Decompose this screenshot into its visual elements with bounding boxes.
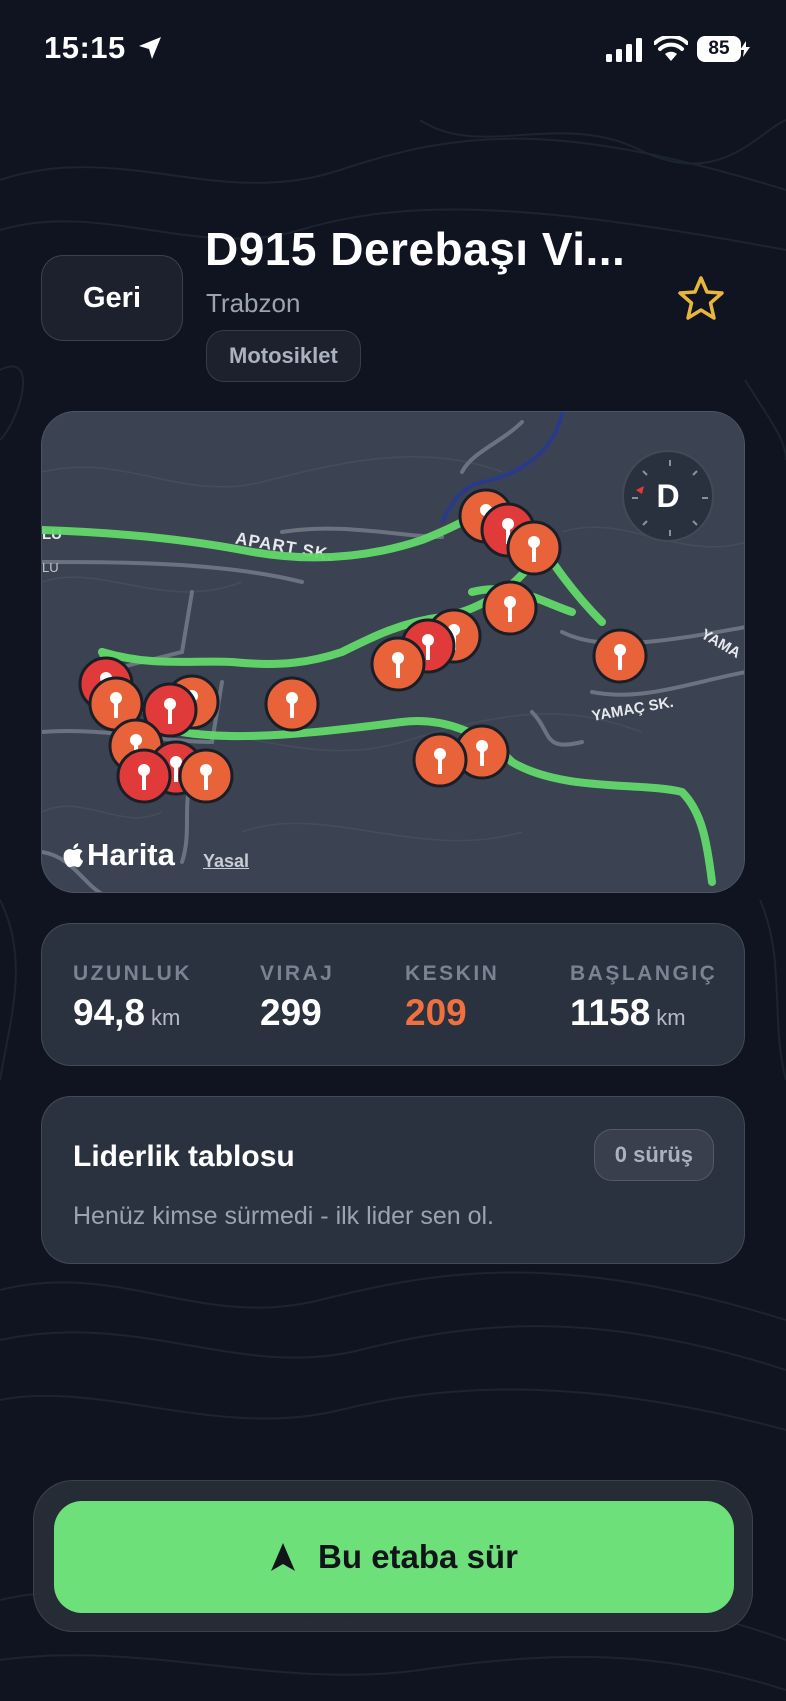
stat-label: VIRAJ [260, 962, 335, 985]
stat-unit: km [151, 1005, 181, 1030]
route-location: Trabzon [206, 288, 301, 318]
stat-label: BAŞLANGIÇ [570, 962, 718, 985]
stat-value: 299 [260, 992, 322, 1033]
star-icon[interactable] [676, 274, 726, 324]
leaderboard-title: Liderlik tablosu [73, 1140, 295, 1173]
route-map[interactable]: APART SK. YAMAÇ SK. YAMA LU LU D Harita … [41, 411, 745, 893]
status-time: 15:15 [44, 30, 126, 65]
navigation-arrow-icon [271, 1543, 296, 1571]
stat-value: 1158 km [570, 992, 686, 1033]
charging-bolt-icon [740, 41, 750, 57]
ride-stage-button[interactable]: Bu etaba sür [54, 1501, 734, 1613]
stat-start-distance: BAŞLANGIÇ 1158 km [570, 962, 717, 1034]
vehicle-tag: Motosiklet [206, 330, 361, 382]
stat-curves: VIRAJ 299 [260, 962, 334, 1034]
stat-label: UZUNLUK [73, 962, 192, 985]
battery-icon: 85 [697, 36, 750, 62]
stat-value: 209 [405, 992, 467, 1033]
cellular-signal-icon [606, 38, 642, 62]
apple-icon [63, 843, 84, 868]
ride-count-badge: 0 sürüş [593, 1129, 714, 1181]
stat-value: 94,8 km [73, 992, 181, 1033]
leaderboard-empty-message: Henüz kimse sürmedi - ilk lider sen ol. [73, 1202, 494, 1230]
stat-length: UZUNLUK 94,8 km [73, 962, 192, 1034]
stat-unit: km [656, 1005, 686, 1030]
stat-label: KESKIN [405, 962, 500, 985]
back-button[interactable]: Geri [41, 255, 183, 341]
page-title: D915 Derebaşı Vi... [205, 223, 626, 275]
status-bar: 15:15 85 [0, 0, 786, 100]
map-provider-name: Harita [87, 837, 175, 872]
map-provider-logo: Harita [62, 837, 175, 873]
ride-stage-label: Bu etaba sür [318, 1538, 518, 1575]
battery-level: 85 [708, 38, 730, 59]
stat-sharp-curves: KESKIN 209 [405, 962, 499, 1034]
map-legal-link[interactable]: Yasal [203, 851, 249, 872]
route-stats: UZUNLUK 94,8 km VIRAJ 299 KESKIN 209 BAŞL… [41, 923, 745, 1066]
compass-button[interactable]: D [622, 450, 714, 542]
location-arrow-icon [139, 37, 161, 59]
compass-heading: D [656, 477, 680, 514]
wifi-icon [654, 36, 688, 61]
leaderboard-card[interactable]: Liderlik tablosu 0 sürüş Henüz kimse sür… [41, 1096, 745, 1264]
bottom-action-bar: Bu etaba sür [33, 1480, 753, 1632]
street-label-lu-2: LU [42, 560, 59, 575]
